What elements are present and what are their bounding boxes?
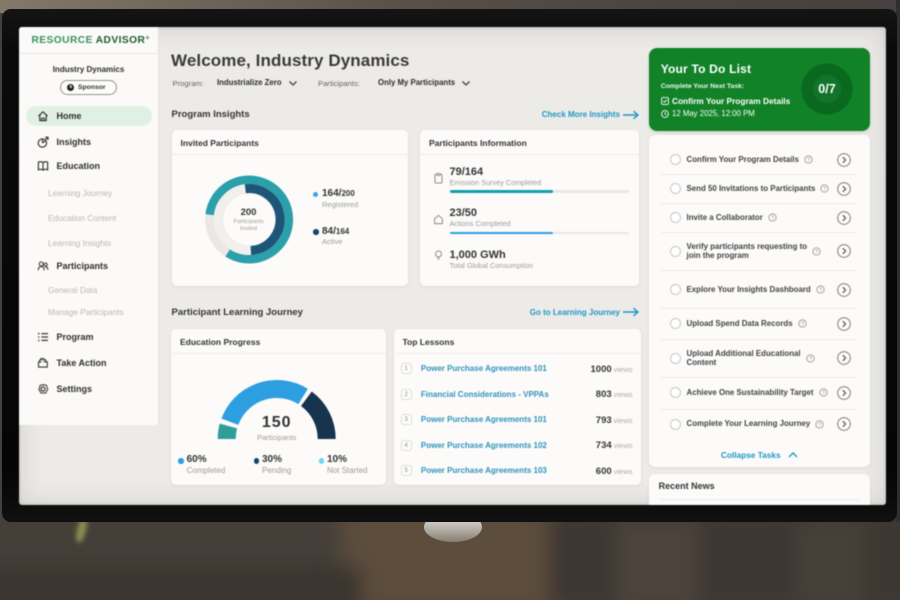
svg-text:?: ? [807, 158, 810, 164]
svg-text:?: ? [815, 249, 818, 255]
svg-text:?: ? [771, 216, 774, 222]
svg-text:?: ? [809, 356, 812, 362]
svg-text:?: ? [801, 322, 804, 328]
svg-text:?: ? [823, 187, 826, 193]
svg-text:?: ? [818, 422, 821, 428]
svg-text:?: ? [822, 391, 825, 397]
svg-text:?: ? [819, 288, 822, 294]
